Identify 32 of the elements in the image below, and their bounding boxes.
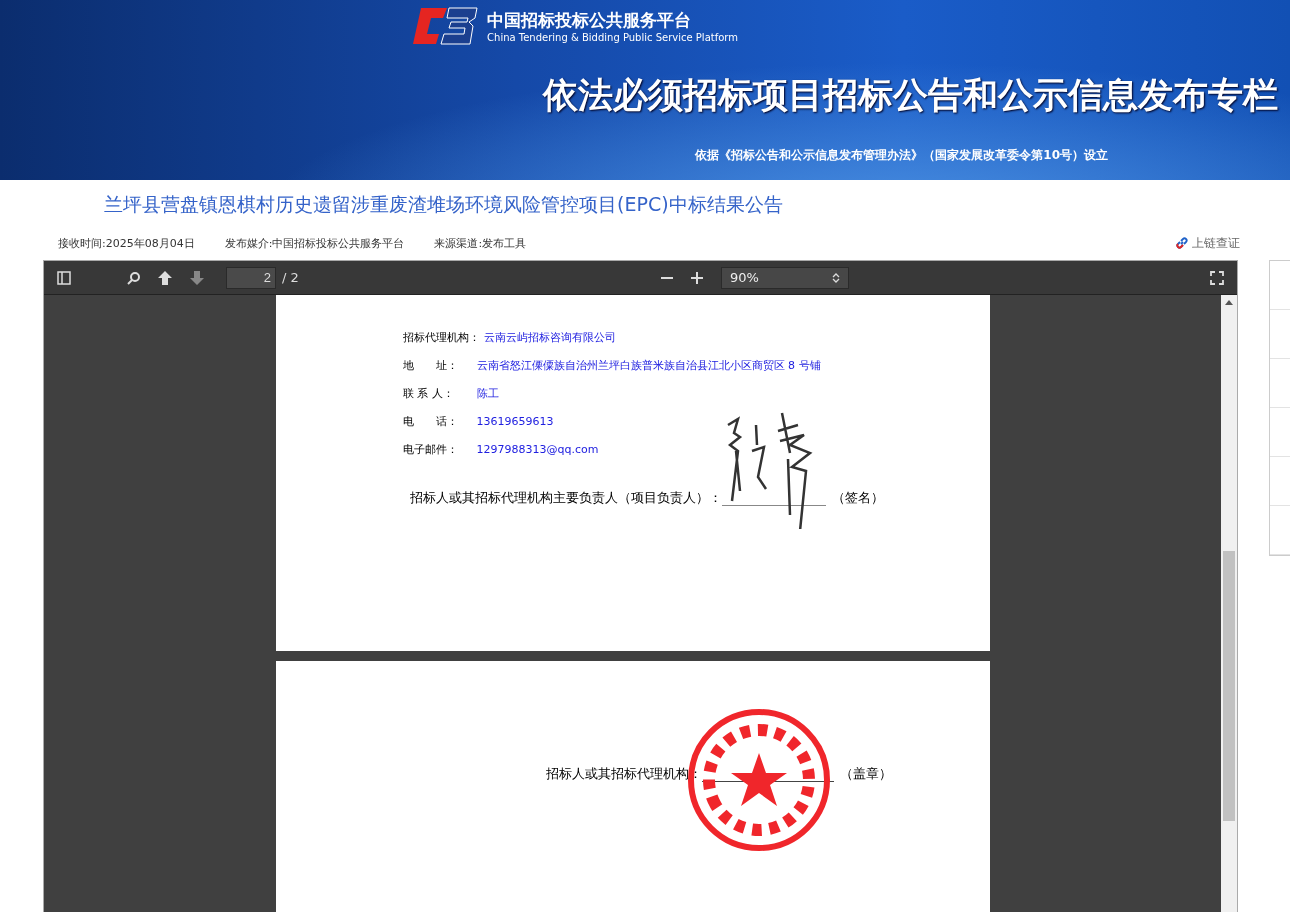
field-label: 招标代理机构： bbox=[402, 330, 480, 346]
field-label: 电子邮件： bbox=[402, 442, 459, 458]
dropdown-caret-icon bbox=[831, 272, 840, 283]
sign-suffix: （签名） bbox=[831, 489, 884, 507]
field-label: 联 系 人： bbox=[402, 386, 455, 402]
scrollbar[interactable] bbox=[1221, 295, 1238, 912]
field-label: 电 话： bbox=[402, 414, 459, 430]
scrollbar-thumb[interactable] bbox=[1223, 551, 1236, 821]
chain-verify-link[interactable]: 上链查证 bbox=[1175, 234, 1240, 252]
meta-text: 发布媒介:中国招标投标公共服务平台 bbox=[224, 235, 405, 251]
site-name: 中国招标投标公共服务平台 bbox=[487, 9, 693, 32]
meta-text: 来源渠道:发布工具 bbox=[434, 235, 527, 251]
banner-title: 依法必须招标项目招标公告和公示信息发布专栏 bbox=[543, 74, 1278, 117]
field-label: 地 址： bbox=[402, 358, 459, 374]
field-value: 云南省怒江傈僳族自治州兰坪白族普米族自治县江北小区商贸区 8 号铺 bbox=[476, 358, 821, 374]
banner-note: 依据《招标公告和公示信息发布管理办法》（国家发展改革委令第10号）设立 bbox=[695, 147, 1108, 164]
field-value: 陈工 bbox=[476, 386, 499, 402]
field-value: 1297988313@qq.com bbox=[476, 442, 599, 458]
meta-text: 接收时间:2025年08月04日 bbox=[58, 235, 195, 251]
field-value: 13619659613 bbox=[476, 414, 554, 430]
page-number-field[interactable]: 2 bbox=[226, 266, 276, 289]
link-icon bbox=[1175, 236, 1189, 250]
site-name-english: China Tendering & Bidding Public Service Platform bbox=[487, 32, 738, 43]
sign-label: 招标人或其招标代理机构主要负责人（项目负责人）： bbox=[409, 489, 722, 507]
logo-icon bbox=[413, 4, 480, 48]
field-value: 云南云屿招标咨询有限公司 bbox=[483, 330, 616, 346]
notice-title: 兰坪县营盘镇恩棋村历史遗留涉重废渣堆场环境风险管控项目(EPC)中标结果公告 bbox=[103, 192, 784, 214]
zoom-select[interactable]: 90% bbox=[720, 266, 849, 289]
scroll-up-icon[interactable] bbox=[1225, 299, 1234, 305]
sign-label: 招标人或其招标代理机构： bbox=[545, 765, 702, 783]
page-total: / 2 bbox=[282, 270, 299, 285]
sign-suffix: （盖章） bbox=[839, 765, 892, 783]
